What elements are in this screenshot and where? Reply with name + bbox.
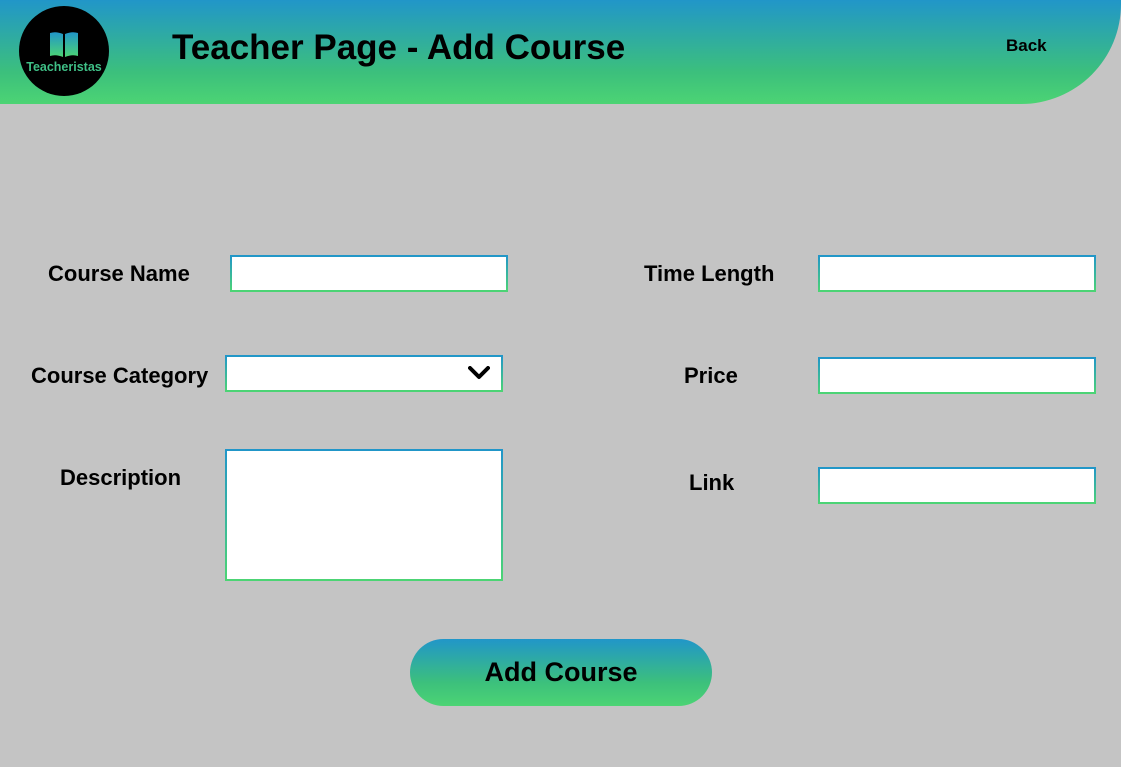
course-name-label: Course Name: [48, 261, 190, 286]
link-label: Link: [689, 470, 735, 495]
add-course-button[interactable]: Add Course: [410, 639, 712, 706]
course-name-input[interactable]: [230, 255, 508, 292]
price-input[interactable]: [818, 357, 1096, 394]
chevron-down-icon: [468, 366, 490, 379]
link-input[interactable]: [818, 467, 1096, 504]
brand-name: Teacheristas: [26, 60, 102, 74]
price-label: Price: [684, 363, 738, 388]
course-category-label: Course Category: [31, 363, 209, 388]
course-category-select[interactable]: [225, 355, 503, 392]
description-textarea[interactable]: [225, 449, 503, 581]
back-link[interactable]: Back: [1006, 36, 1047, 56]
time-length-label: Time Length: [644, 261, 775, 286]
brand-logo[interactable]: Teacheristas: [19, 6, 109, 96]
open-book-icon: [50, 32, 78, 57]
description-label: Description: [60, 465, 182, 490]
page-title: Teacher Page - Add Course: [172, 28, 626, 67]
page: Teacheristas Teacher Page - Add Course B…: [0, 0, 1121, 767]
time-length-input[interactable]: [818, 255, 1096, 292]
header-bar: Teacheristas Teacher Page - Add Course B…: [0, 0, 1121, 104]
